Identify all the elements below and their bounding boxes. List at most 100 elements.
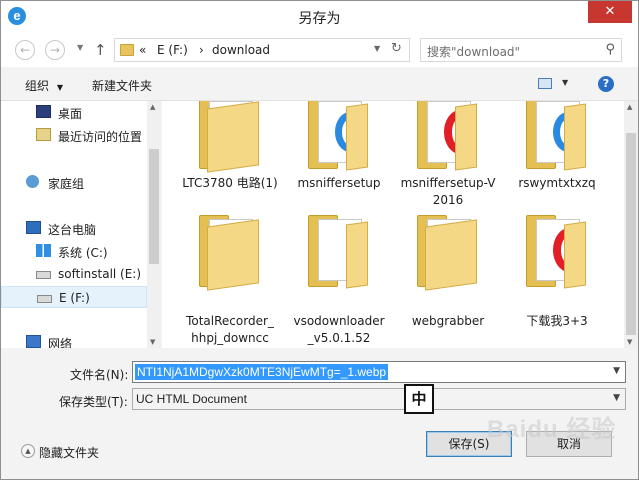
save-button[interactable]: 保存(S) bbox=[426, 431, 512, 457]
file-item[interactable]: msniffersetup-V 2016 bbox=[395, 101, 501, 220]
cancel-button[interactable]: 取消 bbox=[526, 431, 612, 457]
file-item[interactable]: rswymtxtxzq bbox=[504, 101, 610, 220]
folder-icon bbox=[417, 215, 477, 291]
file-name: rswymtxtxzq bbox=[518, 176, 596, 190]
folder-icon bbox=[417, 101, 477, 171]
up-button[interactable]: ↑ bbox=[94, 41, 107, 59]
drive-icon bbox=[37, 295, 52, 303]
hide-folders-toggle[interactable]: 隐藏文件夹 bbox=[39, 444, 99, 461]
sidebar-item-network[interactable]: 网络 bbox=[1, 331, 137, 348]
file-name-line2: hhpj_downcc bbox=[191, 331, 269, 345]
close-button[interactable]: ✕ bbox=[588, 1, 632, 23]
save-as-dialog: e 另存为 ✕ ← → ▼ ↑ « E (F:) › download ▼ ↻ … bbox=[0, 0, 639, 480]
sidebar-item-label: 网络 bbox=[48, 337, 73, 348]
file-item[interactable]: msniffersetup bbox=[286, 101, 392, 220]
help-icon[interactable]: ? bbox=[598, 76, 614, 92]
scroll-down-icon[interactable]: ▼ bbox=[627, 338, 632, 346]
scroll-thumb[interactable] bbox=[626, 133, 636, 335]
file-name: webgrabber bbox=[411, 314, 485, 328]
refresh-icon[interactable]: ↻ bbox=[391, 41, 402, 56]
this-pc-icon bbox=[26, 221, 41, 234]
filename-field[interactable]: NTI1NjA1MDgwXzk0MTE3NjEwMTg=_1.webp ▼ bbox=[132, 361, 626, 383]
homegroup-icon bbox=[26, 175, 39, 188]
scroll-up-icon[interactable]: ▲ bbox=[627, 103, 632, 111]
file-item[interactable]: TotalRecorder_ hhpj_downcc bbox=[177, 215, 283, 345]
sidebar-item-desktop[interactable]: 桌面 bbox=[1, 101, 147, 123]
folder-icon bbox=[526, 101, 586, 171]
breadcrumb-overflow[interactable]: « bbox=[139, 43, 146, 57]
file-name: TotalRecorder_ bbox=[186, 314, 274, 328]
collapse-icon[interactable]: ▲ bbox=[21, 444, 35, 458]
filetype-label: 保存类型(T): bbox=[59, 395, 128, 409]
breadcrumb-folder[interactable]: download bbox=[212, 43, 270, 57]
file-name: vsodownloader bbox=[293, 314, 385, 328]
address-bar[interactable]: « E (F:) › download ▼ ↻ bbox=[114, 38, 410, 62]
organize-button[interactable]: 组织 ▼ bbox=[25, 77, 63, 94]
sidebar-item-homegroup[interactable]: 家庭组 bbox=[1, 171, 137, 193]
breadcrumb-drive[interactable]: E (F:) bbox=[157, 43, 188, 57]
search-box[interactable]: 搜索"download" ⚲ bbox=[420, 38, 622, 62]
scroll-down-icon[interactable]: ▼ bbox=[150, 338, 155, 346]
navigation-bar: ← → ▼ ↑ « E (F:) › download ▼ ↻ 搜索"downl… bbox=[1, 33, 638, 67]
folder-icon bbox=[120, 44, 134, 56]
sidebar-item-recent[interactable]: 最近访问的位置 bbox=[1, 124, 147, 146]
sidebar-item-this-pc[interactable]: 这台电脑 bbox=[1, 217, 137, 239]
forward-button[interactable]: → bbox=[45, 40, 65, 60]
back-button[interactable]: ← bbox=[15, 40, 35, 60]
drive-icon bbox=[36, 271, 51, 279]
new-folder-button[interactable]: 新建文件夹 bbox=[92, 77, 152, 94]
sidebar-item-system-c[interactable]: 系统 (C:) bbox=[1, 240, 147, 262]
save-form: 文件名(N): NTI1NjA1MDgwXzk0MTE3NjEwMTg=_1.w… bbox=[1, 348, 638, 428]
file-item[interactable]: 下载我3+3 bbox=[504, 215, 610, 338]
dialog-footer: ▲ 隐藏文件夹 保存(S) 取消 bbox=[1, 428, 638, 479]
file-name: 下载我3+3 bbox=[526, 314, 588, 328]
navigation-pane: 桌面 最近访问的位置 家庭组 这台电脑 系统 (C:) softinstall … bbox=[1, 101, 161, 348]
chevron-down-icon: ▼ bbox=[56, 83, 63, 92]
folder-icon bbox=[199, 215, 259, 291]
file-name: msniffersetup-V bbox=[400, 176, 496, 190]
file-name: LTC3780 电路(1) bbox=[182, 176, 278, 190]
search-input[interactable]: 搜索"download" bbox=[427, 43, 520, 60]
breadcrumb-separator[interactable]: › bbox=[199, 43, 204, 57]
chevron-down-icon[interactable]: ▼ bbox=[613, 393, 620, 403]
filetype-select[interactable]: UC HTML Document ▼ bbox=[132, 388, 626, 410]
dialog-title: 另存为 bbox=[298, 11, 341, 27]
filename-label: 文件名(N): bbox=[70, 368, 129, 382]
file-name: msniffersetup bbox=[297, 176, 381, 190]
folder-icon bbox=[526, 215, 586, 289]
desktop-icon bbox=[36, 105, 51, 118]
file-name-line2: _v5.0.1.52 bbox=[307, 331, 371, 345]
folder-icon bbox=[308, 215, 368, 289]
address-dropdown-icon[interactable]: ▼ bbox=[374, 44, 380, 53]
search-icon[interactable]: ⚲ bbox=[605, 42, 615, 57]
sidebar-scrollbar[interactable]: ▲ ▼ bbox=[147, 101, 161, 348]
recent-locations-dropdown[interactable]: ▼ bbox=[77, 43, 83, 52]
file-list: LTC3780 电路(1) msniffersetup msniffersetu… bbox=[162, 101, 624, 348]
filename-value[interactable]: NTI1NjA1MDgwXzk0MTE3NjEwMTg=_1.webp bbox=[135, 364, 389, 380]
sidebar-item-e-f[interactable]: E (F:) bbox=[1, 286, 147, 308]
file-name-line2: 2016 bbox=[432, 193, 464, 207]
scroll-up-icon[interactable]: ▲ bbox=[150, 103, 155, 111]
network-icon bbox=[26, 335, 41, 348]
title-bar: e 另存为 ✕ bbox=[1, 1, 638, 33]
chevron-down-icon[interactable]: ▼ bbox=[613, 366, 620, 376]
ime-indicator[interactable]: 中 bbox=[404, 384, 434, 414]
view-options-icon[interactable] bbox=[538, 78, 552, 89]
sidebar-item-label: 桌面 bbox=[58, 107, 83, 121]
filetype-value: UC HTML Document bbox=[136, 392, 247, 406]
sidebar-item-label: softinstall (E:) bbox=[58, 267, 142, 281]
sidebar-item-label: 家庭组 bbox=[48, 177, 85, 191]
file-item[interactable]: vsodownloader _v5.0.1.52 bbox=[286, 215, 392, 345]
file-list-scrollbar[interactable]: ▲ ▼ bbox=[624, 101, 638, 348]
file-item[interactable]: LTC3780 电路(1) bbox=[177, 101, 283, 220]
folder-icon bbox=[199, 101, 259, 173]
view-dropdown-icon[interactable]: ▼ bbox=[562, 78, 568, 87]
file-item[interactable]: webgrabber bbox=[395, 215, 501, 338]
organize-label: 组织 bbox=[25, 79, 50, 93]
scroll-thumb[interactable] bbox=[149, 149, 159, 264]
sidebar-item-label: E (F:) bbox=[59, 291, 90, 305]
sidebar-item-softinstall-e[interactable]: softinstall (E:) bbox=[1, 263, 147, 285]
sidebar-item-label: 系统 (C:) bbox=[58, 246, 108, 260]
sidebar-item-label: 这台电脑 bbox=[48, 223, 97, 237]
sidebar-item-label: 最近访问的位置 bbox=[58, 130, 143, 144]
